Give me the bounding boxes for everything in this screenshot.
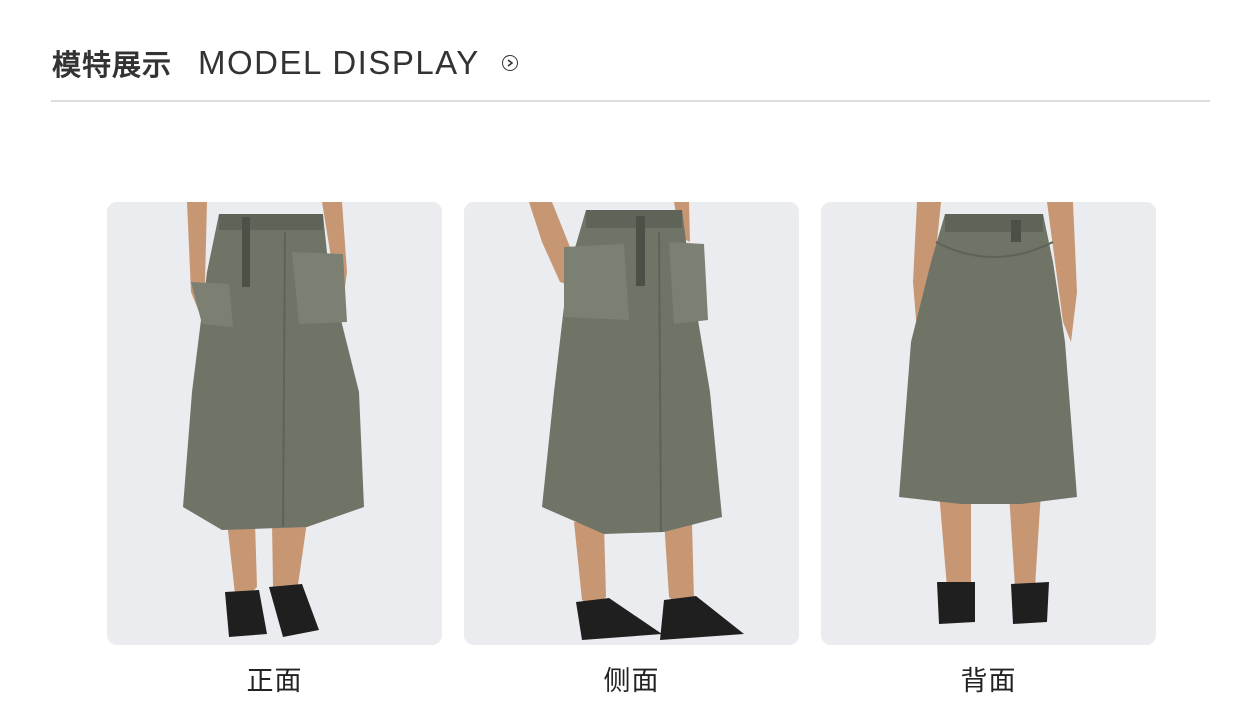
back-view-caption: 背面 <box>960 666 1017 697</box>
circle-arrow-right-icon[interactable] <box>501 55 518 71</box>
section-title-chinese: 模特展示 <box>52 48 173 82</box>
photo-card-back: 背面 <box>821 202 1156 698</box>
section-header: 模特展示 MODEL DISPLAY <box>52 42 518 84</box>
front-view-photo[interactable] <box>107 202 442 645</box>
model-photo-gallery: 正面 侧面 背面 <box>107 202 1156 698</box>
photo-card-front: 正面 <box>107 202 442 698</box>
front-view-caption: 正面 <box>246 666 303 697</box>
side-view-caption: 侧面 <box>603 666 660 697</box>
header-divider <box>51 100 1210 102</box>
photo-card-side: 侧面 <box>464 202 799 698</box>
side-view-photo[interactable] <box>464 202 799 645</box>
section-title-english: MODEL DISPLAY <box>198 44 480 81</box>
back-view-photo[interactable] <box>821 202 1156 645</box>
